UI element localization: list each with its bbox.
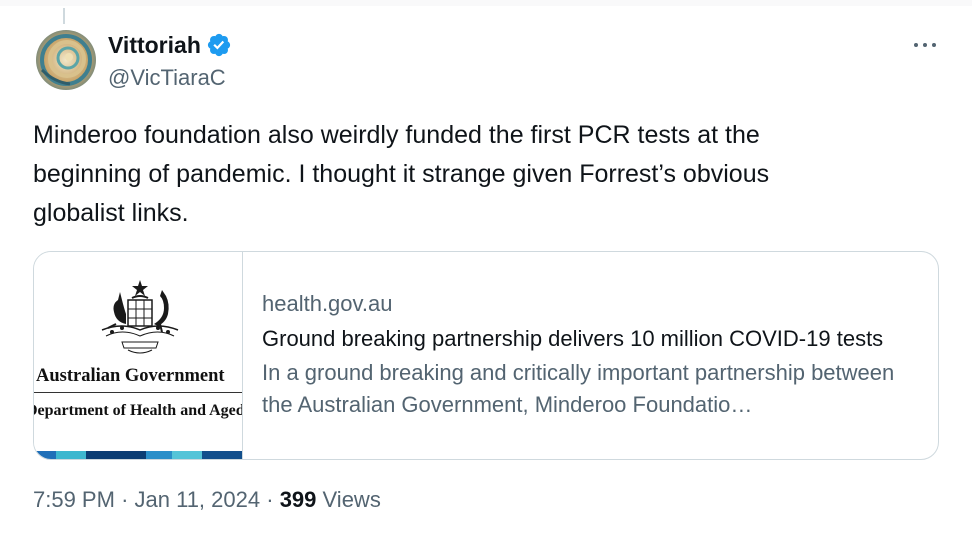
card-thumbnail[interactable]: Australian Government Department of Heal…	[34, 252, 243, 459]
thumbnail-color-bar	[34, 451, 242, 459]
card-domain[interactable]: health.gov.au	[262, 290, 938, 318]
link-preview-card[interactable]: Australian Government Department of Heal…	[33, 251, 939, 460]
verified-badge-icon[interactable]	[206, 32, 232, 58]
department-label: Department of Health and Aged Care	[34, 402, 243, 419]
card-description: In a ground breaking and critically impo…	[262, 360, 895, 417]
australian-coat-of-arms-icon	[101, 280, 179, 354]
australian-government-label: Australian Government	[36, 366, 225, 386]
avatar[interactable]	[36, 30, 96, 90]
thumbnail-divider	[34, 392, 242, 393]
more-options-icon[interactable]	[914, 40, 936, 50]
author-display-name[interactable]: Vittoriah	[108, 30, 201, 60]
tweet-date[interactable]: Jan 11, 2024	[135, 487, 261, 512]
tweet-text: Minderoo foundation also weirdly funded …	[33, 121, 770, 227]
meta-separator: ·	[121, 487, 135, 512]
views-count: 399	[279, 487, 317, 512]
author-handle[interactable]: @VicTiaraC	[108, 64, 226, 92]
meta-separator: ·	[266, 487, 280, 512]
nautilus-shell-avatar-icon	[36, 30, 96, 90]
tweet-time[interactable]: 7:59 PM	[33, 487, 115, 512]
previous-tweet-edge	[0, 0, 972, 6]
card-title[interactable]: Ground breaking partnership delivers 10 …	[262, 325, 922, 353]
views-label: Views	[322, 487, 381, 512]
thread-connector-line	[63, 8, 65, 24]
author-name-row[interactable]: Vittoriah	[108, 30, 232, 60]
card-body[interactable]: health.gov.au Ground breaking partnershi…	[243, 252, 938, 459]
tweet-meta: 7:59 PM · Jan 11, 2024 · 399 Views	[33, 486, 381, 514]
